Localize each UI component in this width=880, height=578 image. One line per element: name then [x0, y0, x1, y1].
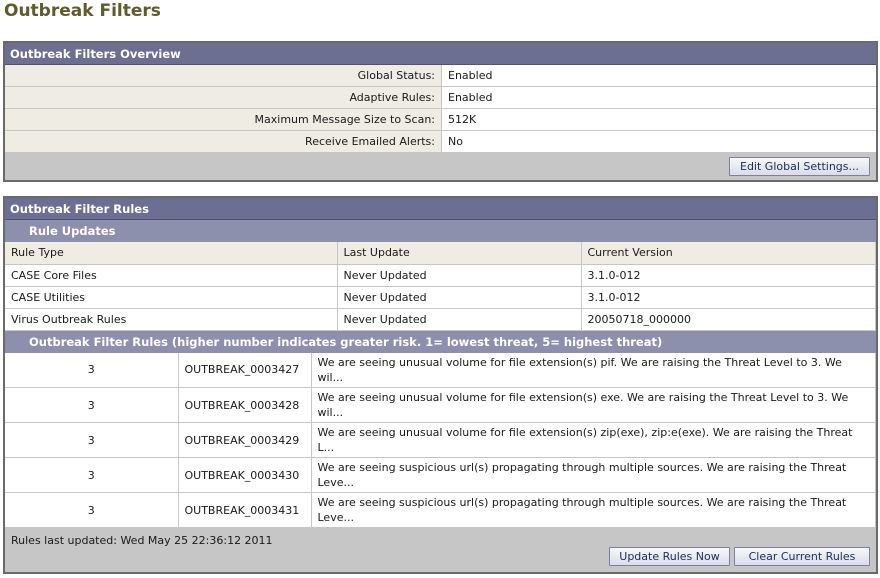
- adaptive-rules-row: Adaptive Rules: Enabled: [5, 87, 876, 109]
- adaptive-rules-label: Adaptive Rules:: [5, 87, 442, 108]
- rule-type-cell: Virus Outbreak Rules: [5, 308, 338, 331]
- emailed-alerts-value: No: [442, 131, 876, 152]
- rules-last-updated: Rules last updated: Wed May 25 22:36:12 …: [11, 534, 273, 547]
- last-update-cell: Never Updated: [337, 308, 582, 331]
- edit-global-settings-button[interactable]: Edit Global Settings...: [729, 157, 870, 176]
- table-row: 3 OUTBREAK_0003430 We are seeing suspici…: [5, 457, 876, 493]
- table-row: 3 OUTBREAK_0003431 We are seeing suspici…: [5, 492, 876, 528]
- column-header-current-version: Current Version: [581, 242, 876, 265]
- rules-footer: Rules last updated: Wed May 25 22:36:12 …: [5, 528, 876, 572]
- last-update-cell: Never Updated: [337, 264, 582, 287]
- column-header-rule-type: Rule Type: [5, 242, 338, 265]
- table-row: 3 OUTBREAK_0003428 We are seeing unusual…: [5, 387, 876, 423]
- threat-level-cell: 3: [5, 352, 179, 388]
- table-row: CASE Core Files Never Updated 3.1.0-012: [5, 264, 876, 287]
- rule-description-cell: We are seeing unusual volume for file ex…: [311, 387, 876, 423]
- rule-updates-table: Rule Type Last Update Current Version CA…: [5, 242, 876, 331]
- clear-current-rules-button[interactable]: Clear Current Rules: [734, 547, 870, 566]
- table-row: 3 OUTBREAK_0003427 We are seeing unusual…: [5, 352, 876, 388]
- rule-description-cell: We are seeing suspicious url(s) propagat…: [311, 492, 876, 528]
- global-status-label: Global Status:: [5, 65, 442, 86]
- threat-level-cell: 3: [5, 387, 179, 423]
- column-header-last-update: Last Update: [337, 242, 582, 265]
- max-message-size-label: Maximum Message Size to Scan:: [5, 109, 442, 130]
- rule-type-cell: CASE Core Files: [5, 264, 338, 287]
- rule-description-cell: We are seeing unusual volume for file ex…: [311, 352, 876, 388]
- rule-id-cell: OUTBREAK_0003429: [178, 422, 312, 458]
- rule-id-cell: OUTBREAK_0003430: [178, 457, 312, 493]
- rule-id-cell: OUTBREAK_0003427: [178, 352, 312, 388]
- rule-updates-subheader: Rule Updates: [5, 220, 876, 242]
- current-version-cell: 20050718_000000: [581, 308, 876, 331]
- rules-header: Outbreak Filter Rules: [5, 198, 876, 220]
- overview-footer: Edit Global Settings...: [5, 153, 876, 181]
- rule-description-cell: We are seeing suspicious url(s) propagat…: [311, 457, 876, 493]
- outbreak-rules-table: 3 OUTBREAK_0003427 We are seeing unusual…: [5, 352, 876, 528]
- outbreak-rules-subheader: Outbreak Filter Rules (higher number ind…: [5, 330, 876, 353]
- overview-header: Outbreak Filters Overview: [5, 43, 876, 65]
- table-header-row: Rule Type Last Update Current Version: [5, 242, 876, 265]
- threat-level-cell: 3: [5, 457, 179, 493]
- table-row: CASE Utilities Never Updated 3.1.0-012: [5, 286, 876, 309]
- last-update-cell: Never Updated: [337, 286, 582, 309]
- overview-panel: Outbreak Filters Overview Global Status:…: [3, 41, 878, 182]
- current-version-cell: 3.1.0-012: [581, 264, 876, 287]
- threat-level-cell: 3: [5, 422, 179, 458]
- max-message-size-value: 512K: [442, 109, 876, 130]
- threat-level-cell: 3: [5, 492, 179, 528]
- rule-description-cell: We are seeing unusual volume for file ex…: [311, 422, 876, 458]
- rule-type-cell: CASE Utilities: [5, 286, 338, 309]
- rule-id-cell: OUTBREAK_0003428: [178, 387, 312, 423]
- table-row: Virus Outbreak Rules Never Updated 20050…: [5, 308, 876, 331]
- current-version-cell: 3.1.0-012: [581, 286, 876, 309]
- adaptive-rules-value: Enabled: [442, 87, 876, 108]
- max-message-size-row: Maximum Message Size to Scan: 512K: [5, 109, 876, 131]
- global-status-value: Enabled: [442, 65, 876, 86]
- global-status-row: Global Status: Enabled: [5, 65, 876, 87]
- emailed-alerts-label: Receive Emailed Alerts:: [5, 131, 442, 152]
- rule-id-cell: OUTBREAK_0003431: [178, 492, 312, 528]
- rules-panel: Outbreak Filter Rules Rule Updates Rule …: [3, 196, 878, 574]
- table-row: 3 OUTBREAK_0003429 We are seeing unusual…: [5, 422, 876, 458]
- emailed-alerts-row: Receive Emailed Alerts: No: [5, 131, 876, 153]
- update-rules-now-button[interactable]: Update Rules Now: [609, 547, 730, 566]
- page-title: Outbreak Filters: [4, 1, 161, 21]
